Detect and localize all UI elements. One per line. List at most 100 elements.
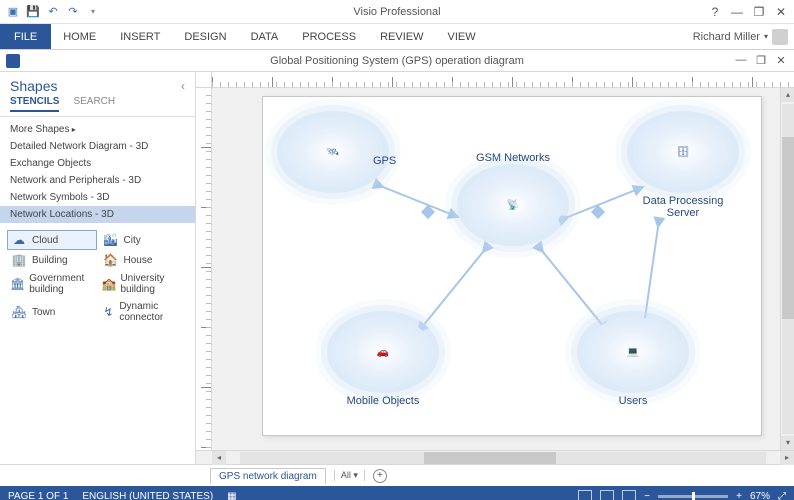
page-tab[interactable]: GPS network diagram <box>210 468 326 484</box>
document-window-controls: — ❐ ✕ <box>734 54 788 67</box>
connector-diamond[interactable] <box>421 205 435 219</box>
close-button[interactable]: ✕ <box>772 5 790 19</box>
user-account[interactable]: Richard Miller ▾ <box>693 24 788 49</box>
stencil-item[interactable]: Exchange Objects <box>0 155 195 172</box>
zoom-out-button[interactable]: − <box>644 491 650 500</box>
mobile-icon: 🚗 <box>333 317 433 387</box>
stencil-item[interactable]: Network Symbols - 3D <box>0 189 195 206</box>
scroll-thumb[interactable] <box>424 452 556 464</box>
ribbon-tab-home[interactable]: HOME <box>51 24 108 49</box>
page-tabs: GPS network diagram All ▾ + <box>0 464 794 486</box>
shape-cloud[interactable]: ☁Cloud <box>8 231 96 249</box>
ribbon-tab-process[interactable]: PROCESS <box>290 24 368 49</box>
status-page[interactable]: PAGE 1 OF 1 <box>8 491 68 500</box>
shape-city[interactable]: 🏙 City <box>100 231 188 249</box>
gov-icon: 🏛 <box>10 277 25 291</box>
node-label: GPS <box>373 155 396 167</box>
diagram-node-mobile[interactable]: 🚗 Mobile Objects <box>333 317 433 407</box>
scroll-down-button[interactable]: ▾ <box>781 436 794 450</box>
status-language[interactable]: ENGLISH (UNITED STATES) <box>82 491 213 500</box>
diagram-node-server[interactable]: 🗄 Data Processing Server <box>633 117 738 219</box>
canvas-area: 🛰 GPS GSM Networks 📡 🗄 Data Processing S… <box>196 72 794 464</box>
diagram-node-gps[interactable]: 🛰 GPS <box>283 117 383 187</box>
university-icon: 🏫 <box>102 277 117 291</box>
stencil-more-shapes[interactable]: More Shapes <box>0 121 195 138</box>
user-avatar-icon <box>772 29 788 45</box>
ruler-corner <box>196 72 212 88</box>
scrollbar-horizontal[interactable]: ◂ ▸ <box>196 450 794 464</box>
fit-to-window-button[interactable]: ⤢ <box>778 491 786 500</box>
diagram-node-gsm[interactable]: GSM Networks 📡 <box>463 152 563 240</box>
shapes-grid: ☁Cloud 🏙 City 🏢Building 🏠 House 🏛 Governmen… <box>0 227 195 329</box>
stencil-item-selected[interactable]: Network Locations - 3D <box>0 206 195 223</box>
save-icon[interactable]: 💾 <box>26 5 40 19</box>
ruler-horizontal[interactable] <box>212 72 794 88</box>
connector-diamond[interactable] <box>591 205 605 219</box>
shapes-collapse-button[interactable]: ‹ <box>181 79 185 93</box>
user-dropdown-icon: ▾ <box>764 32 768 41</box>
stencil-item[interactable]: Network and Peripherals - 3D <box>0 172 195 189</box>
status-bar: PAGE 1 OF 1 ENGLISH (UNITED STATES) ▦ − … <box>0 486 794 500</box>
node-label: Users <box>583 395 683 407</box>
ribbon-tab-file[interactable]: FILE <box>0 24 51 49</box>
page-tab-all[interactable]: All ▾ <box>334 470 365 481</box>
doc-close-button[interactable]: ✕ <box>774 54 788 67</box>
scroll-up-button[interactable]: ▴ <box>781 88 794 102</box>
zoom-slider[interactable] <box>658 495 728 498</box>
shape-label: City <box>124 235 141 246</box>
doc-minimize-button[interactable]: — <box>734 54 748 67</box>
shape-government[interactable]: 🏛 Government building <box>8 271 96 297</box>
diagram-node-users[interactable]: 💻 Users <box>583 317 683 407</box>
node-label: GSM Networks <box>463 152 563 164</box>
shape-label: House <box>124 255 153 266</box>
shape-university[interactable]: 🏫University building <box>100 271 188 297</box>
drawing-page[interactable]: 🛰 GPS GSM Networks 📡 🗄 Data Processing S… <box>262 96 762 436</box>
maximize-button[interactable]: ❐ <box>750 5 768 19</box>
window-controls: ? — ❐ ✕ <box>706 0 790 23</box>
ribbon-tab-review[interactable]: REVIEW <box>368 24 435 49</box>
minimize-button[interactable]: — <box>728 5 746 19</box>
shape-building[interactable]: 🏢Building <box>8 251 96 269</box>
shape-house[interactable]: 🏠 House <box>100 251 188 269</box>
tower-icon: 📡 <box>463 170 563 240</box>
ribbon-tab-insert[interactable]: INSERT <box>108 24 172 49</box>
shape-town[interactable]: 🏘Town <box>8 299 96 325</box>
drawing-canvas[interactable]: 🛰 GPS GSM Networks 📡 🗄 Data Processing S… <box>212 88 780 450</box>
node-label: Mobile Objects <box>333 395 433 407</box>
house-icon: 🏠 <box>102 253 120 267</box>
scroll-thumb[interactable] <box>782 137 794 319</box>
view-mode-icon[interactable] <box>600 490 614 500</box>
subtab-stencils[interactable]: STENCILS <box>10 96 59 112</box>
view-mode-icon[interactable] <box>578 490 592 500</box>
add-page-button[interactable]: + <box>373 469 387 483</box>
scroll-left-button[interactable]: ◂ <box>212 451 226 465</box>
app-title: Visio Professional <box>353 6 440 18</box>
document-title: Global Positioning System (GPS) operatio… <box>270 55 524 67</box>
zoom-level[interactable]: 67% <box>750 491 770 500</box>
qat-more-icon[interactable]: ▾ <box>86 5 100 19</box>
ruler-vertical[interactable] <box>196 88 212 450</box>
ribbon: FILE HOME INSERT DESIGN DATA PROCESS REV… <box>0 24 794 50</box>
view-mode-icon[interactable] <box>622 490 636 500</box>
satellite-icon: 🛰 <box>283 117 383 187</box>
ribbon-tab-design[interactable]: DESIGN <box>172 24 238 49</box>
doc-maximize-button[interactable]: ❐ <box>754 54 768 67</box>
scroll-right-button[interactable]: ▸ <box>780 451 794 465</box>
shape-connector[interactable]: ↯Dynamic connector <box>100 299 188 325</box>
redo-icon[interactable]: ↷ <box>66 5 80 19</box>
stencil-item[interactable]: Detailed Network Diagram - 3D <box>0 138 195 155</box>
city-icon: 🏙 <box>102 233 120 247</box>
building-icon: 🏢 <box>10 253 28 267</box>
undo-icon[interactable]: ↶ <box>46 5 60 19</box>
ribbon-tab-view[interactable]: VIEW <box>435 24 487 49</box>
user-name: Richard Miller <box>693 31 760 43</box>
subtab-search[interactable]: SEARCH <box>73 96 115 112</box>
town-icon: 🏘 <box>10 305 28 319</box>
zoom-in-button[interactable]: + <box>736 491 742 500</box>
help-button[interactable]: ? <box>706 5 724 19</box>
ribbon-tab-data[interactable]: DATA <box>239 24 291 49</box>
shape-label: Government building <box>29 273 93 295</box>
scrollbar-vertical[interactable]: ▴ ▾ <box>780 88 794 450</box>
macro-icon[interactable]: ▦ <box>227 491 236 500</box>
shapes-subtabs: STENCILS SEARCH <box>0 96 195 117</box>
